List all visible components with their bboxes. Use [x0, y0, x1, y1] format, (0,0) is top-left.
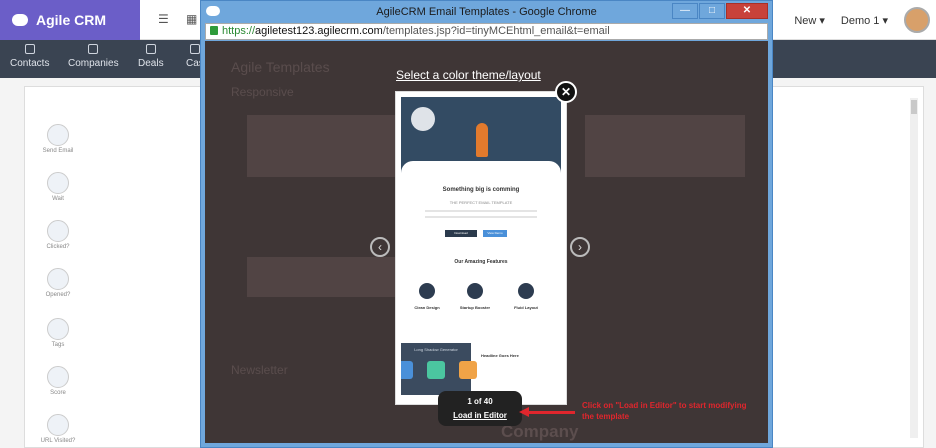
prev-arrow-icon[interactable]: ‹: [370, 237, 390, 257]
calendar-icon[interactable]: ▦: [186, 12, 200, 26]
pencil-icon: [518, 283, 534, 299]
nav-companies[interactable]: Companies: [68, 44, 119, 69]
cursor-icon: [47, 220, 69, 242]
user-dropdown[interactable]: Demo 1 ▾: [841, 14, 888, 27]
modal-title: Select a color theme/layout: [396, 68, 541, 82]
modal-backdrop: Agile Templates Responsive Newsletter Co…: [205, 41, 768, 443]
brand-logo[interactable]: Agile CRM: [0, 0, 140, 40]
person-icon: [24, 44, 35, 54]
features-title: Our Amazing Features: [454, 259, 508, 265]
tool-score[interactable]: Score: [36, 366, 80, 396]
template-counter: 1 of 40 Load in Editor: [438, 391, 522, 426]
tool-label: Score: [50, 390, 66, 396]
url-path: /templates.jsp?id=tinyMCEhtml_email&t=em…: [382, 25, 610, 37]
tool-label: URL Visited?: [40, 438, 76, 444]
tool-clicked[interactable]: Clicked?: [36, 220, 80, 250]
score-icon: [47, 366, 69, 388]
counter-label: 1 of 40: [467, 397, 493, 406]
feature-label: Clean Design: [414, 305, 440, 310]
blue-tile-icon: [401, 361, 413, 379]
annotation-text: Click on "Load in Editor" to start modif…: [582, 401, 747, 421]
close-window-button[interactable]: ✕: [726, 3, 768, 19]
menu-icon[interactable]: ☰: [158, 12, 172, 26]
feature-label: Fluid Layout: [514, 305, 538, 310]
page-subheading: Responsive: [231, 85, 294, 99]
close-icon[interactable]: ✕: [555, 81, 577, 103]
preview-headline: Something big is comming: [442, 187, 520, 193]
cloud-icon: [12, 14, 28, 26]
folder-icon: [189, 44, 200, 54]
text-line: [425, 216, 537, 218]
hourglass-icon: [47, 172, 69, 194]
preview-download-button: Download: [445, 230, 477, 237]
preview-subheadline: THE PERFECT EMAIL TEMPLATE: [449, 200, 513, 205]
tool-label: Wait: [52, 196, 64, 202]
green-tile-icon: [427, 361, 445, 379]
tool-label: Send Email: [42, 148, 74, 154]
tool-wait[interactable]: Wait: [36, 172, 80, 202]
new-dropdown[interactable]: New ▾: [794, 14, 825, 27]
window-controls: — □ ✕: [672, 3, 768, 19]
nav-deals[interactable]: Deals: [138, 44, 164, 69]
chrome-window: AgileCRM Email Templates - Google Chrome…: [200, 0, 773, 448]
avatar[interactable]: [904, 7, 930, 33]
rocket-small-icon: [467, 283, 483, 299]
money-icon: [145, 44, 156, 54]
tool-url-visited[interactable]: URL Visited?: [36, 414, 80, 444]
building-icon: [88, 44, 99, 54]
shadow-generator-panel: Long Shadow Generator: [401, 343, 477, 395]
tag-icon: [47, 318, 69, 340]
section-heading: Newsletter: [231, 363, 288, 377]
maximize-button[interactable]: □: [699, 3, 725, 19]
template-thumbnail: [247, 257, 397, 297]
nav-label: Contacts: [10, 58, 50, 69]
nav-contacts[interactable]: Contacts: [10, 44, 49, 69]
page-scrollbar[interactable]: [910, 98, 918, 438]
text-line: [425, 210, 537, 212]
tool-opened[interactable]: Opened?: [36, 268, 80, 298]
template-thumbnail: [585, 115, 745, 177]
page-heading: Agile Templates: [231, 59, 330, 75]
rocket-icon: [476, 123, 488, 157]
scroll-thumb[interactable]: [911, 100, 917, 114]
nav-label: Companies: [68, 58, 119, 69]
preview-demo-button: View Demo: [483, 230, 507, 237]
user-controls: New ▾ Demo 1 ▾: [794, 0, 936, 40]
panel-title: Long Shadow Generator: [414, 347, 458, 352]
next-arrow-icon[interactable]: ›: [570, 237, 590, 257]
link-icon: [47, 414, 69, 436]
cloud-band: [401, 161, 561, 185]
lock-icon: [210, 26, 218, 35]
url-scheme: https://: [222, 25, 256, 37]
minimize-button[interactable]: —: [672, 3, 698, 19]
drop-icon: [419, 283, 435, 299]
nav-label: Deals: [138, 58, 164, 69]
address-bar[interactable]: https://agiletest123.agilecrm.com/templa…: [205, 23, 768, 40]
tool-label: Clicked?: [46, 244, 70, 250]
tool-send-email[interactable]: Send Email: [36, 124, 80, 154]
tool-label: Tags: [51, 342, 65, 348]
load-in-editor-link[interactable]: Load in Editor: [438, 411, 522, 420]
orange-tile-icon: [459, 361, 477, 379]
at-icon: [47, 124, 69, 146]
side-headline: Headline Goes Here: [481, 353, 519, 358]
tool-tags[interactable]: Tags: [36, 318, 80, 348]
template-thumbnail: [247, 115, 397, 177]
tool-label: Opened?: [45, 292, 71, 298]
brand-name: Agile CRM: [36, 12, 106, 28]
url-host: agiletest123.agilecrm.com: [255, 25, 383, 37]
template-preview: Something big is comming THE PERFECT EMA…: [396, 92, 566, 404]
feature-label: Startup Booster: [459, 305, 491, 310]
hero-banner: [401, 97, 561, 185]
envelope-icon: [47, 268, 69, 290]
annotation-arrow-icon: [519, 407, 575, 417]
moon-icon: [411, 107, 435, 131]
